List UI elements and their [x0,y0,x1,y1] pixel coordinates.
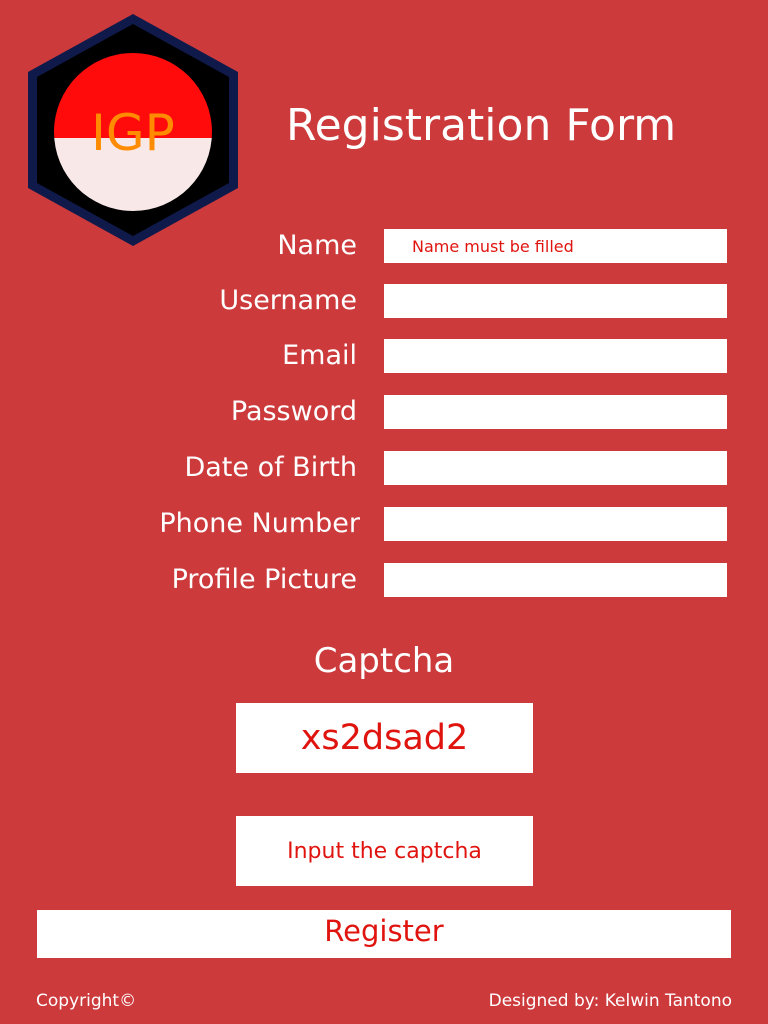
captcha-heading: Captcha [313,641,455,681]
date-of-birth-label: Date of Birth [184,452,357,483]
phone-number-field[interactable] [384,507,727,541]
name-field[interactable] [384,229,727,263]
date-of-birth-field[interactable] [384,451,727,485]
username-field[interactable] [384,284,727,318]
profile-picture-label: Profile Picture [171,564,357,595]
password-field[interactable] [384,395,727,429]
email-field[interactable] [384,339,727,373]
name-label: Name [277,230,357,261]
email-label: Email [282,340,357,371]
profile-picture-field[interactable] [384,563,727,597]
designer-credit: Designed by: Kelwin Tantono [488,991,732,1011]
copyright-text: Copyright© [36,991,137,1011]
captcha-code: xs2dsad2 [236,703,533,773]
logo-text: IGP [91,104,175,162]
page-title: Registration Form [286,100,677,151]
username-label: Username [219,285,357,316]
captcha-input[interactable] [236,816,533,886]
igp-logo: IGP [28,14,238,246]
password-label: Password [230,396,357,427]
register-button[interactable]: Register [37,910,731,958]
phone-number-label: Phone Number [159,508,360,539]
